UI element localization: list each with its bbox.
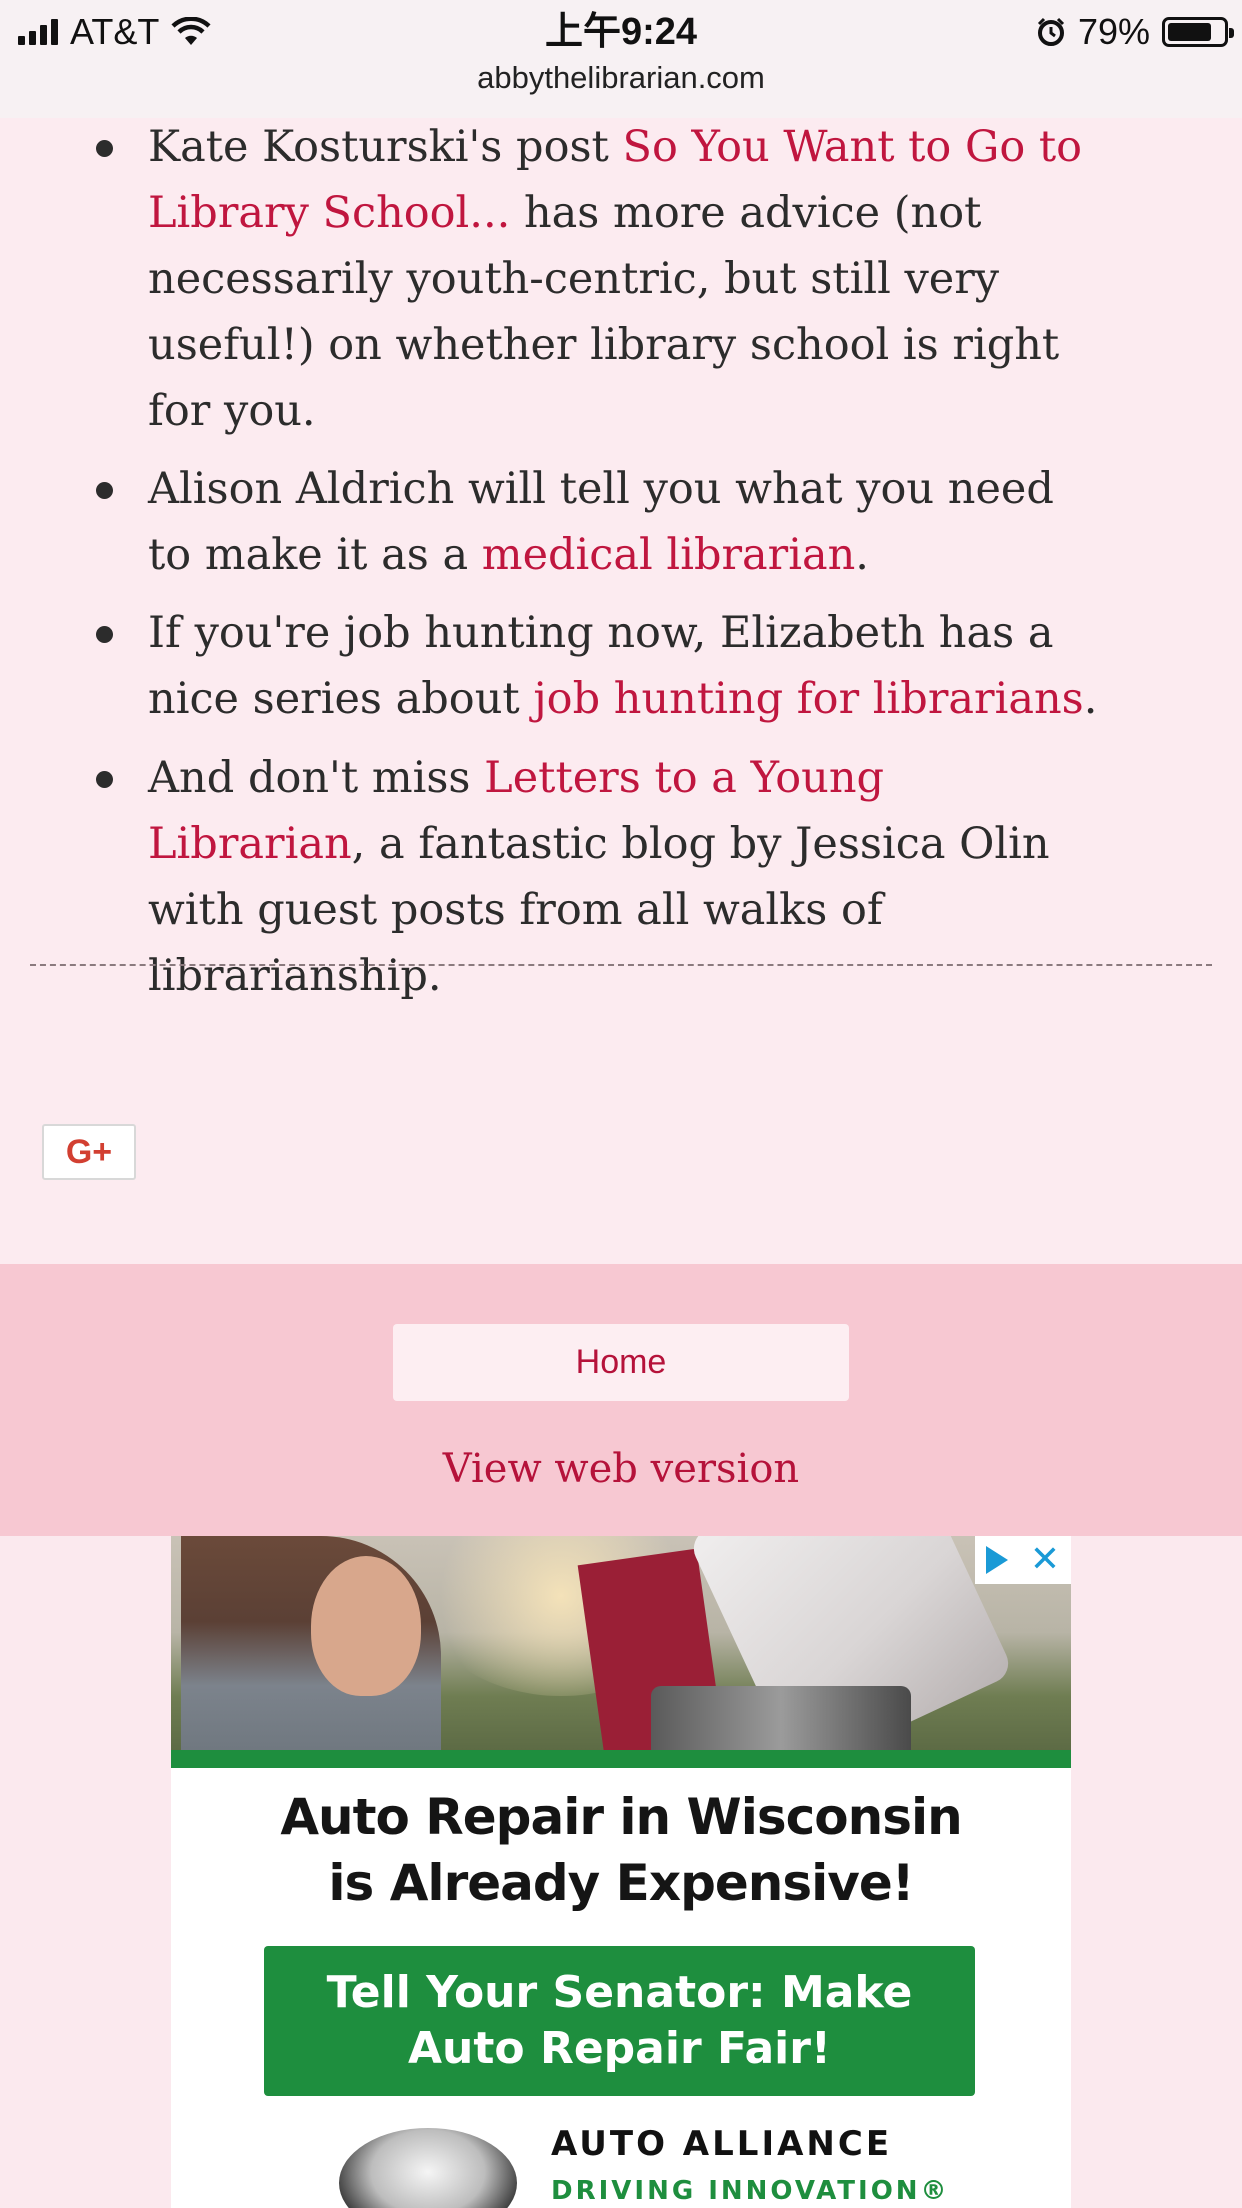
list-item: Alison Aldrich will tell you what you ne…	[96, 456, 1108, 588]
google-plus-share-button[interactable]: G+	[42, 1124, 136, 1180]
ad-tagline: DRIVING INNOVATION®	[551, 2176, 950, 2206]
advertisement[interactable]: ✕ Auto Repair in Wisconsin is Already Ex…	[171, 1536, 1071, 2208]
article-content: Kate Kosturski's post So You Want to Go …	[0, 118, 1242, 1264]
divider	[30, 964, 1212, 966]
ad-cta-button[interactable]: Tell Your Senator: Make Auto Repair Fair…	[264, 1946, 975, 2096]
bullet-icon	[96, 140, 113, 157]
status-right: 79%	[1036, 8, 1234, 56]
car-logo-icon	[339, 2128, 517, 2208]
view-web-version-link[interactable]: View web version	[0, 1446, 1242, 1492]
ad-headline: Auto Repair in Wisconsin is Already Expe…	[280, 1788, 962, 1912]
bullet-icon	[96, 771, 113, 788]
ad-controls: ✕	[975, 1536, 1071, 1584]
battery-level	[1168, 23, 1211, 41]
item-text: Kate Kosturski's post	[148, 122, 623, 172]
bullet-icon	[96, 626, 113, 643]
item-text: .	[855, 530, 869, 580]
item-text: And don't miss	[148, 753, 485, 803]
ad-photo-face	[311, 1556, 421, 1696]
battery-tip	[1229, 28, 1234, 38]
ad-photo	[171, 1536, 1071, 1750]
adchoices-icon[interactable]	[985, 1546, 1008, 1574]
home-button[interactable]: Home	[393, 1324, 849, 1401]
bullet-icon	[96, 482, 113, 499]
item-text: .	[1083, 674, 1098, 724]
list-item: If you're job hunting now, Elizabeth has…	[96, 600, 1108, 732]
footer: Home View web version	[0, 1264, 1242, 1536]
close-icon[interactable]: ✕	[1030, 1542, 1060, 1578]
address-bar[interactable]: abbythelibrarian.com	[0, 60, 1242, 96]
ad-brand: AUTO ALLIANCE	[551, 2124, 893, 2164]
status-bar: AT&T 上午9:24 79% abbythelibrarian.com	[0, 0, 1242, 120]
list-item: Kate Kosturski's post So You Want to Go …	[96, 114, 1108, 444]
link-medical-librarian[interactable]: medical librarian	[482, 530, 856, 580]
battery-percent: 79%	[1077, 11, 1150, 52]
alarm-icon	[1037, 17, 1064, 46]
list-item: And don't miss Letters to a Young Librar…	[96, 745, 1108, 1009]
battery-icon	[1162, 17, 1234, 47]
ad-stripe	[171, 1750, 1071, 1768]
link-job-hunting[interactable]: job hunting for librarians	[533, 674, 1083, 724]
ad-photo-engine	[651, 1686, 911, 1750]
